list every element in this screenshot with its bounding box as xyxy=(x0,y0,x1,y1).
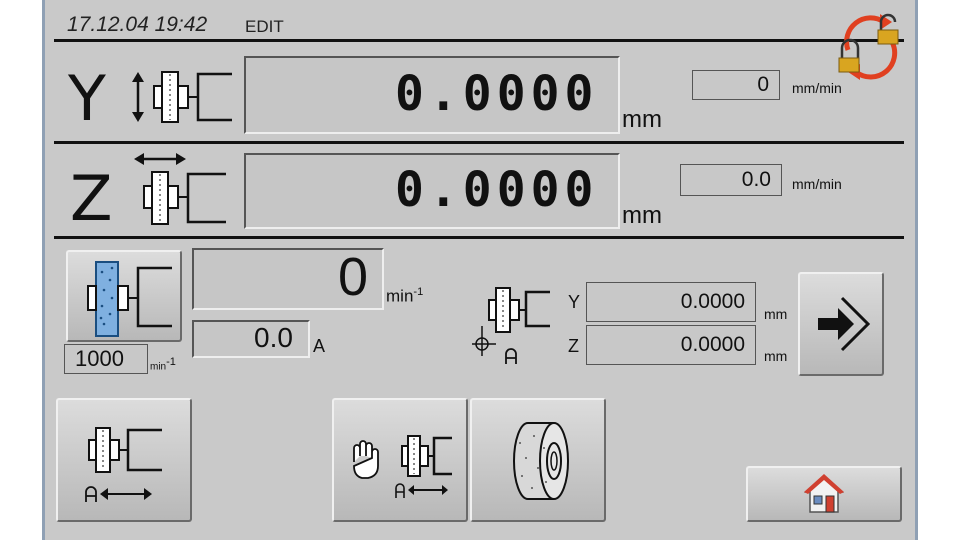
enter-arrow-icon xyxy=(812,294,872,354)
axis-z-spindle-icon xyxy=(130,150,230,230)
axis-y-position-value: 0.0000 xyxy=(395,66,599,122)
grinding-wheel-icon xyxy=(508,418,574,504)
reference-travel-button[interactable] xyxy=(56,398,192,522)
spindle-button-icon xyxy=(76,254,176,340)
reference-y-label: Y xyxy=(568,292,581,312)
axis-z-unit: mm xyxy=(622,202,662,229)
spindle-current-value: 0.0 xyxy=(254,322,293,353)
spindle-set-speed-unit: min-1 xyxy=(150,356,176,373)
enter-button[interactable] xyxy=(798,272,884,376)
reference-z-unit: mm xyxy=(764,348,788,364)
reference-y-field[interactable]: 0.0000 xyxy=(586,282,756,322)
grinding-wheel-button[interactable] xyxy=(470,398,606,522)
divider xyxy=(54,39,904,42)
reference-icon xyxy=(470,286,560,368)
home-icon xyxy=(802,472,846,516)
mode-indicator: EDIT xyxy=(245,17,284,36)
axis-y-feed-field[interactable]: 0 xyxy=(692,70,780,100)
axis-z-position-value: 0.0000 xyxy=(395,162,599,218)
datetime: 17.12.04 19:42 xyxy=(67,13,208,36)
manual-travel-button[interactable] xyxy=(332,398,468,522)
spindle-speed-value: 0 xyxy=(338,247,369,307)
reference-travel-icon xyxy=(82,422,168,506)
axis-y-unit: mm xyxy=(622,106,662,133)
axis-z-feed-field[interactable]: 0.0 xyxy=(680,164,782,196)
reference-z-label: Z xyxy=(568,336,579,356)
home-button[interactable] xyxy=(746,466,902,522)
axis-y-feed-unit: mm/min xyxy=(792,80,842,96)
manual-travel-icon xyxy=(346,434,456,500)
spindle-set-speed-field[interactable]: 1000 xyxy=(64,344,148,374)
spindle-speed-unit: min-1 xyxy=(386,286,424,306)
axis-y-label: Y xyxy=(68,62,106,135)
reference-z-field[interactable]: 0.0000 xyxy=(586,325,756,365)
reference-y-unit: mm xyxy=(764,306,788,322)
status-bar: 17.12.04 19:42 EDIT xyxy=(57,13,907,36)
divider xyxy=(54,141,904,144)
spindle-button[interactable] xyxy=(66,250,182,342)
axis-z-label: Z xyxy=(70,162,113,235)
divider xyxy=(54,236,904,239)
axis-z-feed-unit: mm/min xyxy=(792,176,842,192)
spindle-current-unit: A xyxy=(313,336,326,356)
axis-y-spindle-icon xyxy=(128,64,236,130)
lock-toggle-icon[interactable] xyxy=(834,10,906,82)
